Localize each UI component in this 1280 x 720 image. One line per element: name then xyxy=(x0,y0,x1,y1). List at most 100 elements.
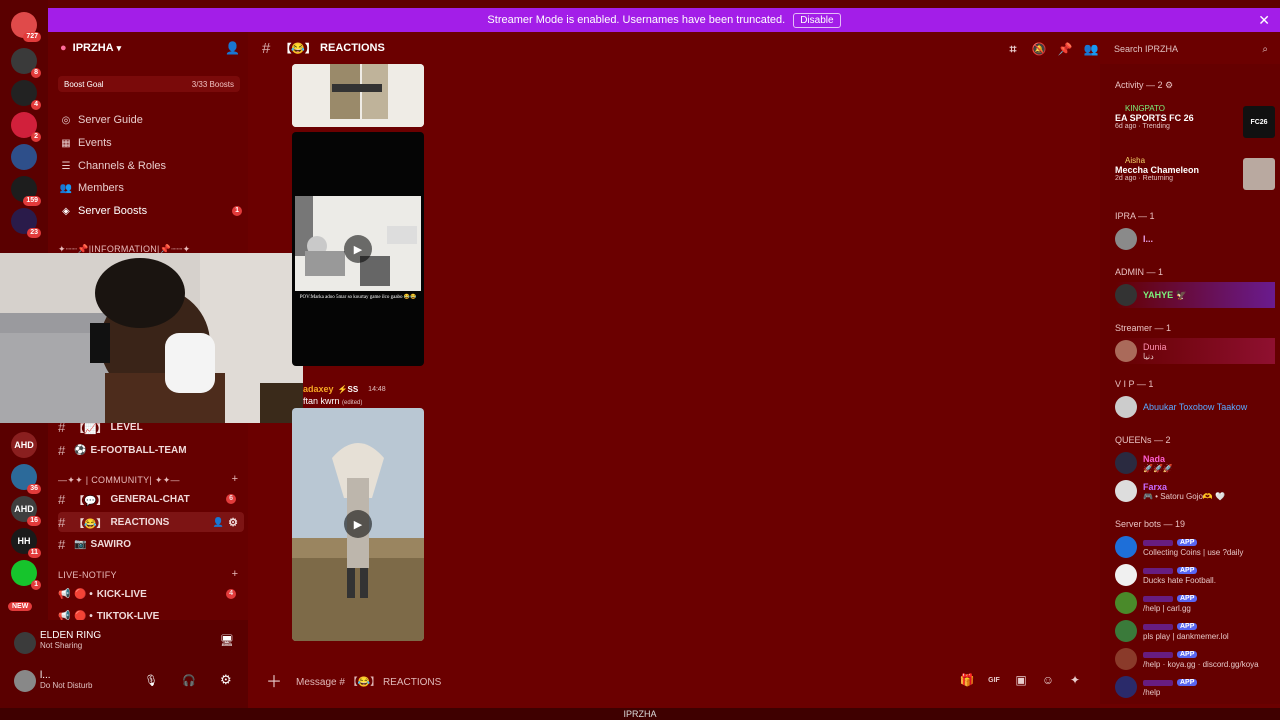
server-icon[interactable]: AHD 16 xyxy=(11,496,41,526)
member-item[interactable]: YAHYE 🦅 xyxy=(1115,282,1275,308)
server-icon[interactable]: 4 xyxy=(11,80,41,110)
channel-reactions[interactable]: # 【😂】 REACTIONS ⚙ 👤 xyxy=(58,512,244,532)
member-name: Dunia xyxy=(1143,341,1167,352)
channel-general-chat[interactable]: # 【💬】 GENERAL-CHAT 6 xyxy=(58,489,244,509)
message-video[interactable]: POV:Marka adoo 5mar so kourtay game ilco… xyxy=(292,132,424,366)
bot-item[interactable]: APP/help | carl.gg xyxy=(1115,590,1275,616)
message-author[interactable]: adaxey xyxy=(303,384,334,394)
message-image[interactable] xyxy=(292,64,424,127)
member-item[interactable]: I... xyxy=(1115,226,1275,252)
server-icon[interactable]: 8 xyxy=(11,48,41,78)
add-channel-icon[interactable]: + xyxy=(232,473,238,485)
nav-channels-roles[interactable]: ☰ Channels & Roles xyxy=(60,160,167,172)
user-avatar[interactable] xyxy=(14,670,36,692)
emoji-icon[interactable]: ☺ xyxy=(1039,671,1057,689)
nav-members[interactable]: 👥 Members xyxy=(60,182,124,194)
chat-area: # 【😂】 REACTIONS ⌗ 🔕 📌 👥 POV:Marka adoo 5… xyxy=(248,32,1100,720)
activity-item[interactable]: KINGPATO EA SPORTS FC 26 6d ago · Trendi… xyxy=(1115,104,1275,144)
server-header[interactable]: ● IPRZHA ▾ 👤 xyxy=(48,32,248,64)
microphone-icon[interactable]: 🎙 xyxy=(144,674,158,687)
server-icon[interactable]: 2 xyxy=(11,112,41,142)
play-icon[interactable]: ▶ xyxy=(344,510,372,538)
activity-meta: 6d ago xyxy=(1115,123,1137,130)
search-bar[interactable]: Search IPRZHA ⌕ xyxy=(1108,40,1274,58)
channel-e-football-team[interactable]: # ⚽ E-FOOTBALL-TEAM xyxy=(58,440,244,460)
composer-actions: 🎁 GIF ▣ ☺ ✦ xyxy=(958,671,1084,689)
apps-icon[interactable]: ✦ xyxy=(1066,671,1084,689)
boost-goal[interactable]: Boost Goal 3/33 Boosts xyxy=(58,76,240,92)
category-community[interactable]: —✦✦ | COMMUNITY| ✦✦— xyxy=(58,475,180,486)
bot-item[interactable]: APP pls play | dankmemer.lol xyxy=(1115,618,1275,644)
unread-badge: 1 xyxy=(232,206,242,216)
close-icon[interactable]: ✕ xyxy=(1258,12,1270,29)
unread-badge: 1 xyxy=(31,580,41,590)
channel-sawiro[interactable]: # 📷 SAWIRO xyxy=(58,534,244,554)
server-icon[interactable]: AHD xyxy=(11,432,37,458)
server-icon[interactable]: HH 11 xyxy=(11,528,41,558)
search-icon: ⌕ xyxy=(1262,43,1268,55)
avatar xyxy=(1115,340,1137,362)
member-item[interactable]: Dunia دنيا xyxy=(1115,338,1275,364)
section-streamer: Streamer — 1 xyxy=(1115,323,1172,333)
gear-icon[interactable]: ⚙ xyxy=(228,516,238,529)
app-badge: APP xyxy=(1177,623,1198,630)
user-status: Do Not Disturb xyxy=(40,681,93,690)
calendar-icon: ▦ xyxy=(61,137,71,149)
gear-icon[interactable]: ⚙ xyxy=(1165,80,1173,90)
screen-share-icon[interactable]: 🖥 xyxy=(220,634,234,647)
disable-streamer-mode-button[interactable]: Disable xyxy=(793,12,841,28)
hash-icon: # xyxy=(58,442,66,458)
bot-item[interactable]: APP/help · koya.gg · discord.gg/koya xyxy=(1115,646,1275,672)
channel-prefix: 【😂】 xyxy=(280,43,317,55)
sticker-icon[interactable]: ▣ xyxy=(1012,671,1030,689)
add-member-icon[interactable]: 👤 xyxy=(213,517,224,528)
bot-item[interactable]: APP Ducks hate Football. xyxy=(1115,562,1275,588)
category-live-notify[interactable]: LIVE-NOTIFY xyxy=(58,570,117,580)
member-status: 🚀🚀🚀 xyxy=(1143,463,1173,473)
member-name: Farxa xyxy=(1143,481,1168,492)
search-input[interactable]: Search IPRZHA xyxy=(1114,44,1178,54)
message-composer[interactable]: ＋ Message # 【😂】 REACTIONS 🎁 GIF ▣ ☺ ✦ xyxy=(258,666,1098,694)
returning-tag: Returning xyxy=(1142,175,1174,182)
nav-server-boosts[interactable]: ◈ Server Boosts 1 xyxy=(60,205,242,217)
headphones-icon[interactable]: 🎧 xyxy=(182,674,196,687)
message-video[interactable]: ▶ xyxy=(292,408,424,641)
pin-icon[interactable]: 📌 xyxy=(1056,40,1074,58)
play-icon[interactable]: ▶ xyxy=(344,235,372,263)
bot-item[interactable]: APP/help xyxy=(1115,674,1275,700)
edited-label: (edited) xyxy=(342,400,363,406)
image-thumbnail xyxy=(292,64,424,127)
mute-icon[interactable]: 🔕 xyxy=(1030,40,1048,58)
activity-meta: 2d ago xyxy=(1115,175,1137,182)
add-attachment-icon[interactable]: ＋ xyxy=(266,668,282,692)
nav-server-guide[interactable]: ◎ Server Guide xyxy=(60,114,143,126)
avatar xyxy=(1115,620,1137,642)
gift-icon[interactable]: 🎁 xyxy=(958,671,976,689)
add-channel-icon[interactable]: + xyxy=(232,568,238,580)
bot-item[interactable]: APP Collecting Coins | use ?daily xyxy=(1115,534,1275,560)
channel-kick-live[interactable]: 📢 🔴 • KICK-LIVE 4 xyxy=(58,584,244,604)
members-list-icon[interactable]: 👥 xyxy=(1082,40,1100,58)
member-item[interactable]: Abuukar Toxobow Taakow xyxy=(1115,394,1275,420)
server-icon[interactable]: 727 xyxy=(11,12,41,42)
member-name: I... xyxy=(1143,234,1154,244)
server-icon[interactable]: 36 xyxy=(11,464,41,494)
gear-icon[interactable]: ⚙ xyxy=(220,672,232,688)
channel-label: REACTIONS xyxy=(110,516,170,528)
message-input[interactable]: Message # 【😂】 REACTIONS xyxy=(296,673,441,688)
server-icon[interactable]: 23 xyxy=(11,208,41,238)
threads-icon[interactable]: ⌗ xyxy=(1004,40,1022,58)
nav-events[interactable]: ▦ Events xyxy=(60,137,111,149)
member-name: YAHYE 🦅 xyxy=(1143,289,1187,300)
activity-card[interactable]: ELDEN RING Not Sharing 🖥 xyxy=(14,620,248,664)
gif-icon[interactable]: GIF xyxy=(985,671,1003,689)
activity-item[interactable]: Aisha Meccha Chameleon 2d ago · Returnin… xyxy=(1115,156,1275,196)
member-item[interactable]: Nada 🚀🚀🚀 xyxy=(1115,450,1275,476)
server-icon[interactable]: 159 xyxy=(11,176,41,206)
server-icon[interactable]: 1 xyxy=(11,560,41,590)
member-item[interactable]: Farxa 🎮 • Satoru Gojo🫶 🤍 xyxy=(1115,478,1275,504)
members-icon: 👥 xyxy=(59,182,73,194)
server-icon[interactable] xyxy=(11,144,37,170)
user-name: l... xyxy=(40,670,51,681)
invite-icon[interactable]: 👤 xyxy=(225,41,240,55)
